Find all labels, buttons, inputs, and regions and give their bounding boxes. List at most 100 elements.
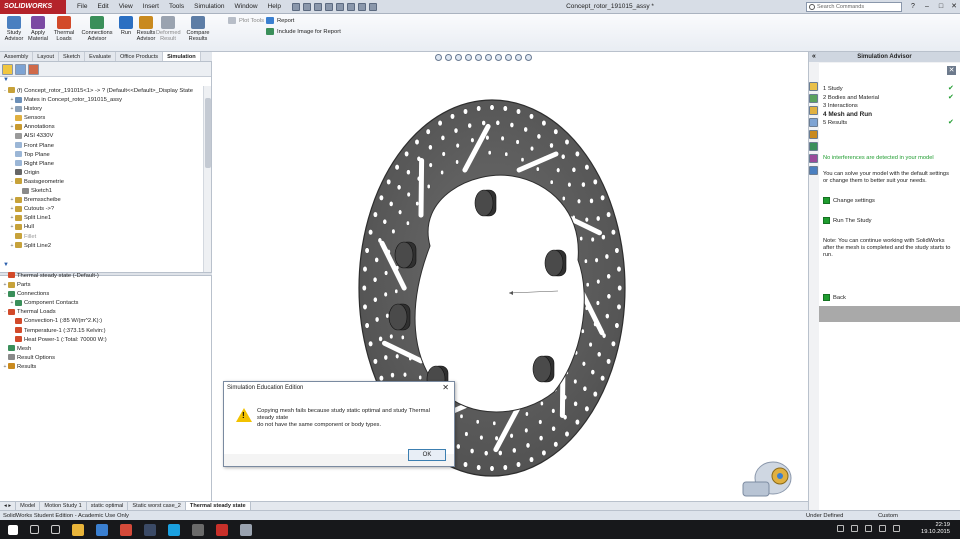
advisor-step[interactable]: 1 Study ✔: [823, 85, 955, 94]
tree-item[interactable]: Top Plane: [0, 151, 204, 160]
tree-item[interactable]: + History: [0, 105, 204, 114]
menu-item[interactable]: View: [114, 0, 138, 14]
chrome-icon[interactable]: [120, 523, 132, 536]
menu-item[interactable]: Help: [263, 0, 286, 14]
tree-item[interactable]: + Cutouts ->?: [0, 205, 204, 214]
ok-button[interactable]: OK: [408, 449, 446, 461]
store-icon[interactable]: [96, 523, 108, 536]
tree-item[interactable]: Result Options: [0, 354, 204, 363]
open-icon[interactable]: [302, 2, 311, 11]
solidworks-logo[interactable]: SOLIDWORKS: [0, 0, 66, 14]
study-tab[interactable]: static optimal: [87, 502, 129, 510]
clock[interactable]: 22:19 19.10.2015: [921, 522, 950, 536]
collapse-icon[interactable]: «: [812, 52, 816, 62]
sim-filter-icon[interactable]: ▼: [0, 262, 9, 271]
tree-item[interactable]: + Split Line1: [0, 214, 204, 223]
tree-item[interactable]: - Thermal Loads: [0, 308, 204, 317]
close-button[interactable]: ✕: [949, 2, 959, 12]
command-button[interactable]: Apply Material: [26, 16, 50, 42]
include-image-button[interactable]: Include Image for Report: [266, 28, 341, 35]
windows-start-icon[interactable]: [8, 524, 18, 535]
advisor-step[interactable]: 4 Mesh and Run: [823, 111, 955, 120]
tree-item[interactable]: + Hull: [0, 223, 204, 232]
tree-item[interactable]: + Split Line2: [0, 242, 204, 251]
tree-item[interactable]: Heat Power-1 (:Total: 70000 W:): [0, 336, 204, 345]
command-button[interactable]: Deformed Result: [156, 16, 181, 42]
close-icon[interactable]: ✕: [947, 66, 956, 75]
menu-item[interactable]: Insert: [138, 0, 164, 14]
menu-item[interactable]: Window: [229, 0, 262, 14]
undo-icon[interactable]: [335, 2, 344, 11]
tree-item[interactable]: AISI 4330V: [0, 132, 204, 141]
feature-tree-tab-icon[interactable]: [2, 64, 13, 75]
tree-item[interactable]: Right Plane: [0, 160, 204, 169]
options-icon[interactable]: [368, 2, 377, 11]
minimize-button[interactable]: –: [922, 2, 932, 12]
tree-item[interactable]: + Results: [0, 363, 204, 372]
window-icon[interactable]: [240, 523, 252, 536]
study-tab[interactable]: Thermal steady state: [185, 502, 251, 510]
tree-item[interactable]: + Bremsscheibe: [0, 196, 204, 205]
search-icon[interactable]: [30, 525, 39, 534]
menu-item[interactable]: Edit: [92, 0, 113, 14]
menu-item[interactable]: Simulation: [189, 0, 229, 14]
keyboard-icon[interactable]: [879, 525, 886, 532]
advisor-step[interactable]: 5 Results ✔: [823, 119, 955, 128]
report-button[interactable]: Report: [266, 17, 294, 24]
view-palette-tab-icon[interactable]: [809, 118, 818, 127]
new-icon[interactable]: [291, 2, 300, 11]
tree-item[interactable]: - (f) Concept_rotor_191015<1> -> ? (Defau…: [0, 87, 204, 96]
tree-item[interactable]: + Component Contacts: [0, 299, 204, 308]
config-tab-icon[interactable]: [28, 64, 39, 75]
resources-tab-icon[interactable]: [809, 82, 818, 91]
tree-item[interactable]: Fillet: [0, 232, 204, 242]
menu-item[interactable]: File: [72, 0, 92, 14]
advisor-step[interactable]: 2 Bodies and Material ✔: [823, 94, 955, 103]
simulation-advisor-tab-icon[interactable]: [809, 166, 818, 175]
task-view-icon[interactable]: [51, 525, 60, 534]
run-study-link[interactable]: Run The Study: [823, 217, 872, 224]
filter-icon[interactable]: ▼: [0, 77, 211, 86]
back-link[interactable]: Back: [823, 294, 846, 301]
advisor-step[interactable]: 3 Interactions: [823, 102, 955, 111]
tab-assembly[interactable]: Assembly: [0, 52, 34, 61]
select-icon[interactable]: [346, 2, 355, 11]
change-settings-link[interactable]: Change settings: [823, 197, 875, 204]
tab-sketch[interactable]: Sketch: [59, 52, 86, 61]
tree-item[interactable]: Thermal steady state (-Default-): [0, 272, 204, 281]
network-icon[interactable]: [851, 525, 858, 532]
tree-item[interactable]: - Basisgeometrie: [0, 178, 204, 187]
menu-item[interactable]: Tools: [164, 0, 189, 14]
study-tab[interactable]: Static worst case_2: [128, 502, 186, 510]
feature-tree-scrollbar[interactable]: [203, 86, 211, 272]
help-icon[interactable]: ?: [908, 2, 918, 12]
plot-tools-button[interactable]: Plot Tools: [228, 17, 264, 24]
rebuild-icon[interactable]: [357, 2, 366, 11]
tab-evaluate[interactable]: Evaluate: [85, 52, 116, 61]
command-button[interactable]: Study Advisor: [2, 16, 26, 42]
command-button[interactable]: Thermal Loads: [52, 16, 76, 42]
tree-item[interactable]: + Annotations: [0, 123, 204, 132]
search-commands-input[interactable]: Search Commands: [806, 2, 902, 12]
forum-tab-icon[interactable]: [809, 154, 818, 163]
volume-icon[interactable]: [865, 525, 872, 532]
tab-simulation[interactable]: Simulation: [163, 52, 201, 61]
dialog-close-button[interactable]: ✕: [442, 383, 449, 393]
command-button[interactable]: Compare Results: [186, 16, 210, 42]
tree-item[interactable]: - Connections: [0, 290, 204, 299]
solidworks-icon[interactable]: [216, 523, 228, 536]
study-tab[interactable]: Motion Study 1: [40, 502, 87, 510]
tab-layout[interactable]: Layout: [33, 52, 60, 61]
chevron-up-icon[interactable]: [837, 525, 844, 532]
command-button[interactable]: Connections Advisor: [80, 16, 114, 42]
app-icon[interactable]: [192, 523, 204, 536]
steam-icon[interactable]: [144, 523, 156, 536]
print-icon[interactable]: [324, 2, 333, 11]
tree-item[interactable]: + Mates in Concept_rotor_191015_assy: [0, 96, 204, 105]
save-icon[interactable]: [313, 2, 322, 11]
study-tab[interactable]: Model: [16, 502, 41, 510]
tab-office-products[interactable]: Office Products: [116, 52, 164, 61]
property-tab-icon[interactable]: [15, 64, 26, 75]
tree-item[interactable]: Convection-1 (:85 W/(m^2.K):): [0, 317, 204, 326]
tree-item[interactable]: Sensors: [0, 114, 204, 123]
